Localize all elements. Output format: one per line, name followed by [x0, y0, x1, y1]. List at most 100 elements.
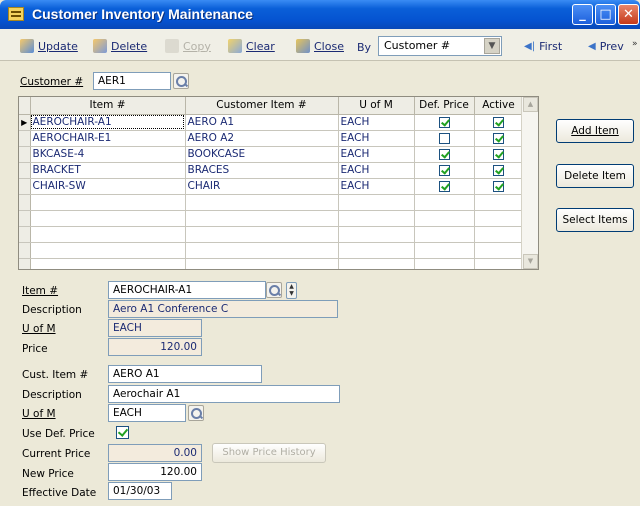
row-selector[interactable] — [19, 210, 31, 227]
empty-cell[interactable] — [185, 242, 339, 259]
column-header-uom[interactable]: U of M — [338, 97, 415, 115]
empty-cell[interactable] — [414, 210, 475, 227]
empty-cell[interactable] — [414, 242, 475, 259]
close-button[interactable]: Close — [296, 37, 344, 55]
cell-def-price[interactable] — [414, 162, 475, 179]
empty-cell[interactable] — [30, 210, 186, 227]
active-checkbox[interactable] — [493, 164, 504, 176]
delete-button[interactable]: Delete — [93, 37, 147, 55]
empty-cell[interactable] — [185, 258, 339, 269]
def-price-checkbox[interactable] — [438, 116, 450, 128]
row-selector[interactable] — [19, 242, 31, 259]
cell-def-price[interactable] — [414, 178, 475, 195]
more-icon[interactable]: » — [632, 39, 638, 49]
table-row[interactable]: AEROCHAIR-E1 AERO A2 EACH — [19, 130, 524, 147]
column-header-def-price[interactable]: Def. Price — [414, 97, 475, 115]
cell-uom[interactable]: EACH — [338, 162, 415, 179]
cell-customer-item[interactable]: AERO A1 — [185, 114, 339, 131]
def-price-checkbox[interactable] — [438, 164, 450, 176]
cell-item[interactable]: AEROCHAIR-E1 — [30, 130, 186, 147]
cell-def-price[interactable] — [414, 114, 475, 131]
row-selector[interactable] — [19, 130, 31, 147]
empty-cell[interactable] — [338, 242, 415, 259]
empty-cell[interactable] — [338, 258, 415, 269]
cell-def-price[interactable] — [414, 146, 475, 163]
cust-uom-input[interactable]: EACH — [108, 404, 186, 422]
empty-cell[interactable] — [338, 194, 415, 211]
item-lookup-icon[interactable] — [266, 282, 282, 298]
row-selector[interactable] — [19, 194, 31, 211]
empty-cell[interactable] — [338, 226, 415, 243]
prev-button[interactable]: ◀ Prev — [588, 37, 624, 55]
table-row[interactable]: BRACKET BRACES EACH — [19, 162, 524, 179]
cell-active[interactable] — [474, 114, 524, 131]
add-item-button[interactable]: Add Item — [556, 119, 634, 143]
empty-cell[interactable] — [30, 226, 186, 243]
cust-uom-lookup-icon[interactable] — [188, 405, 204, 421]
empty-cell[interactable] — [474, 210, 524, 227]
active-checkbox[interactable] — [493, 132, 504, 144]
sort-by-select[interactable]: Customer # ▼ — [378, 36, 502, 56]
active-checkbox[interactable] — [493, 180, 504, 192]
cell-active[interactable] — [474, 146, 524, 163]
cust-item-input[interactable]: AERO A1 — [108, 365, 262, 383]
cell-uom[interactable]: EACH — [338, 146, 415, 163]
empty-cell[interactable] — [338, 210, 415, 227]
empty-cell[interactable] — [30, 194, 186, 211]
use-def-price-checkbox[interactable] — [116, 426, 129, 439]
empty-cell[interactable] — [185, 194, 339, 211]
cell-item[interactable]: BRACKET — [30, 162, 186, 179]
empty-cell[interactable] — [474, 226, 524, 243]
empty-cell[interactable] — [474, 194, 524, 211]
scroll-up-icon[interactable]: ▲ — [523, 97, 538, 112]
row-selector[interactable] — [19, 226, 31, 243]
select-items-button[interactable]: Select Items — [556, 208, 634, 232]
customer-input[interactable]: AER1 — [93, 72, 171, 90]
row-selector[interactable] — [19, 258, 31, 269]
cell-active[interactable] — [474, 130, 524, 147]
item-spin-icon[interactable]: ▲ ▼ — [286, 282, 297, 299]
close-window-button[interactable]: ✕ — [618, 4, 639, 25]
empty-table-row[interactable] — [19, 258, 524, 269]
cell-customer-item[interactable]: BRACES — [185, 162, 339, 179]
empty-cell[interactable] — [414, 194, 475, 211]
empty-cell[interactable] — [474, 242, 524, 259]
cell-uom[interactable]: EACH — [338, 130, 415, 147]
maximize-button[interactable]: □ — [595, 4, 616, 25]
cell-customer-item[interactable]: CHAIR — [185, 178, 339, 195]
customer-lookup-icon[interactable] — [173, 73, 189, 89]
cell-item[interactable]: BKCASE-4 — [30, 146, 186, 163]
cell-uom[interactable]: EACH — [338, 178, 415, 195]
cell-item[interactable]: CHAIR-SW — [30, 178, 186, 195]
cell-customer-item[interactable]: BOOKCASE — [185, 146, 339, 163]
grid-vertical-scrollbar[interactable]: ▲ ▼ — [521, 97, 538, 269]
empty-cell[interactable] — [185, 226, 339, 243]
active-checkbox[interactable] — [493, 116, 504, 128]
cell-uom[interactable]: EACH — [338, 114, 415, 131]
show-price-history-button[interactable]: Show Price History — [212, 443, 326, 463]
column-header-item[interactable]: Item # — [30, 97, 186, 115]
empty-cell[interactable] — [185, 210, 339, 227]
empty-cell[interactable] — [414, 258, 475, 269]
scroll-down-icon[interactable]: ▼ — [523, 254, 538, 269]
delete-item-button[interactable]: Delete Item — [556, 164, 634, 188]
empty-cell[interactable] — [30, 242, 186, 259]
minimize-button[interactable]: _ — [572, 4, 593, 25]
table-row[interactable]: ▶ AEROCHAIR-A1 AERO A1 EACH — [19, 114, 524, 131]
empty-table-row[interactable] — [19, 242, 524, 259]
def-price-checkbox[interactable] — [438, 180, 450, 192]
chevron-down-icon[interactable]: ▼ — [484, 38, 500, 54]
item-input[interactable]: AEROCHAIR-A1 — [108, 281, 266, 299]
effective-date-input[interactable]: 01/30/03 — [108, 482, 172, 500]
column-header-customer-item[interactable]: Customer Item # — [185, 97, 339, 115]
update-button[interactable]: Update — [20, 37, 78, 55]
first-button[interactable]: ◀| First — [524, 37, 562, 55]
row-selector[interactable] — [19, 146, 31, 163]
table-row[interactable]: CHAIR-SW CHAIR EACH — [19, 178, 524, 195]
new-price-input[interactable]: 120.00 — [108, 463, 202, 481]
empty-table-row[interactable] — [19, 210, 524, 227]
cell-item[interactable]: AEROCHAIR-A1 — [30, 114, 186, 131]
column-header-active[interactable]: Active — [474, 97, 524, 115]
table-row[interactable]: BKCASE-4 BOOKCASE EACH — [19, 146, 524, 163]
cell-def-price[interactable] — [414, 130, 475, 147]
